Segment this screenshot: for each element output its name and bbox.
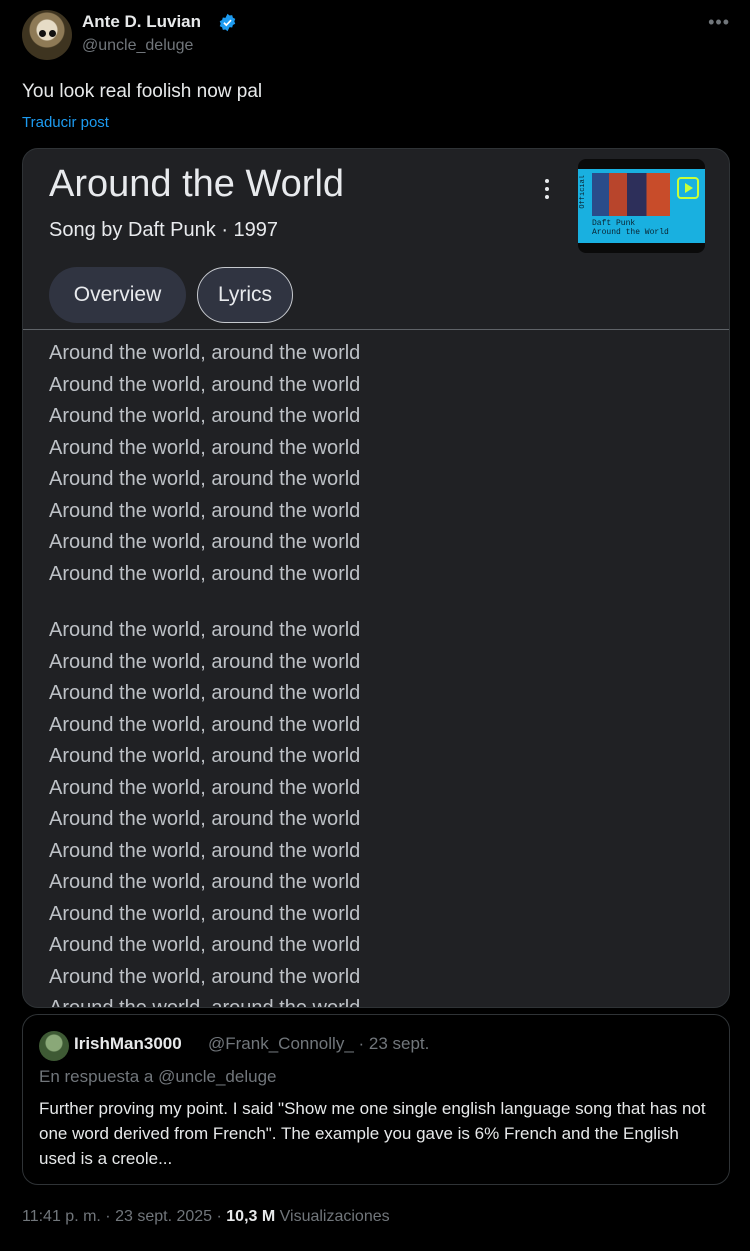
lyric-line: Around the world, around the world — [49, 839, 361, 862]
reply-context: En respuesta a @uncle_deluge — [39, 1067, 277, 1086]
quoted-text: Further proving my point. I said "Show m… — [39, 1099, 706, 1168]
thumbnail-photo — [592, 173, 670, 216]
quoted-handle-date: @Frank_Connolly_ · 23 sept. — [208, 1034, 430, 1053]
quoted-tweet[interactable]: IrishMan3000 @Frank_Connolly_ · 23 sept.… — [22, 1014, 730, 1185]
song-subtitle: Song by Daft Punk · 1997 — [49, 219, 279, 241]
lyric-line: Around the world, around the world — [49, 776, 361, 799]
lyric-line: Around the world, around the world — [49, 745, 361, 767]
tab-overview[interactable]: Overview — [49, 267, 186, 323]
views-label: Visualizaciones — [275, 1208, 390, 1225]
more-vertical-icon[interactable] — [539, 177, 555, 201]
lyric-line: Around the world, around the world — [49, 531, 361, 553]
thumbnail-caption-artist: Daft Punk — [592, 219, 636, 228]
lyric-line: Around the world, around the world — [49, 405, 361, 427]
translate-post-link[interactable]: Traducir post — [22, 114, 109, 131]
quoted-display-name: IrishMan3000 — [74, 1034, 182, 1053]
lyric-line: Around the world, around the world — [49, 934, 361, 956]
lyric-line: Around the world, around the world — [49, 713, 361, 736]
thumbnail-side-text: Official — [579, 175, 587, 209]
divider — [23, 329, 729, 330]
lyric-line: Around the world, around the world — [49, 373, 361, 396]
lyric-line: Around the world, around the world — [49, 902, 361, 925]
lyric-line: Around the world, around the world — [49, 682, 361, 704]
lyric-line: Around the world, around the world — [49, 997, 360, 1007]
lyric-line: Around the world, around the world — [49, 619, 361, 641]
play-icon — [677, 177, 699, 199]
song-card[interactable]: Around the World Song by Daft Punk · 199… — [22, 148, 730, 1008]
timestamp[interactable]: 11:41 p. m. · 23 sept. 2025 · — [22, 1208, 226, 1225]
author-display-name[interactable]: Ante D. Luvian — [82, 12, 201, 32]
more-horizontal-icon[interactable]: ••• — [708, 12, 730, 33]
tweet-header: Ante D. Luvian @uncle_deluge ••• — [22, 10, 732, 62]
lyric-line: Around the world, around the world — [49, 342, 361, 364]
lyrics-list: Around the world, around the world Around… — [49, 342, 649, 1007]
tab-lyrics[interactable]: Lyrics — [197, 267, 293, 323]
lyric-line: Around the world, around the world — [49, 650, 361, 673]
lyric-line: Around the world, around the world — [49, 808, 361, 830]
lyric-line: Around the world, around the world — [49, 499, 361, 522]
song-title: Around the World — [49, 163, 345, 205]
verified-badge-icon — [219, 13, 236, 32]
lyric-line: Around the world, around the world — [49, 871, 361, 893]
lyric-line: Around the world, around the world — [49, 468, 361, 490]
tweet-text: You look real foolish now pal — [22, 81, 263, 102]
video-thumbnail[interactable]: Official Daft Punk Around the World — [578, 159, 705, 253]
tweet-meta: 11:41 p. m. · 23 sept. 2025 · 10,3 M Vis… — [22, 1208, 390, 1226]
view-count: 10,3 M — [226, 1208, 276, 1225]
author-handle[interactable]: @uncle_deluge — [82, 37, 193, 55]
lyric-line: Around the world, around the world — [49, 562, 361, 585]
lyric-line: Around the world, around the world — [49, 436, 361, 459]
lyric-line: Around the world, around the world — [49, 965, 361, 988]
thumbnail-caption-song: Around the World — [592, 228, 669, 237]
author-avatar[interactable] — [22, 10, 72, 60]
quoted-avatar[interactable] — [39, 1031, 69, 1061]
